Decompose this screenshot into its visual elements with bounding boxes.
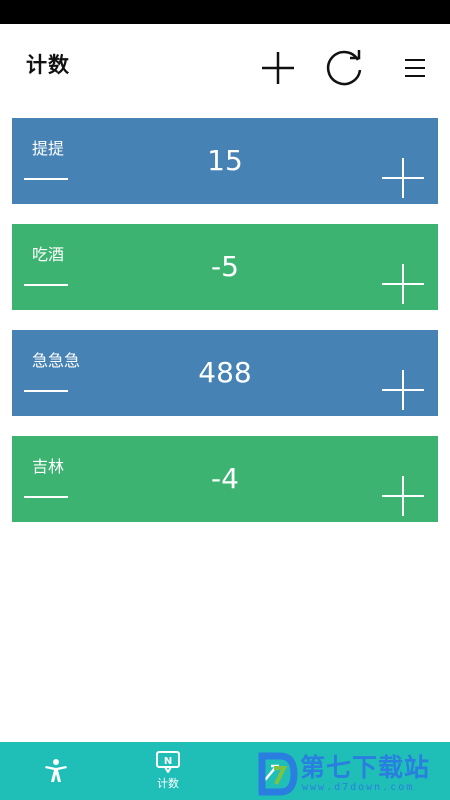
increment-button[interactable] — [380, 158, 426, 198]
nav-item-person[interactable] — [30, 742, 82, 800]
decrement-button[interactable] — [24, 166, 70, 190]
plus-icon-v — [402, 476, 404, 516]
increment-button[interactable] — [380, 476, 426, 516]
refresh-icon — [326, 50, 362, 86]
counter-card: 吉林 -4 — [12, 436, 438, 522]
menu-button[interactable] — [393, 46, 437, 90]
increment-button[interactable] — [380, 264, 426, 304]
nav-item-counter[interactable]: N 计数 — [140, 742, 196, 800]
menu-icon — [405, 59, 425, 77]
counter-value: -5 — [211, 250, 239, 283]
counter-value: -4 — [211, 462, 239, 495]
svg-text:N: N — [164, 756, 172, 767]
counter-card: 吃酒 -5 — [12, 224, 438, 310]
decrement-button[interactable] — [24, 484, 70, 508]
minus-icon — [24, 496, 68, 498]
minus-icon — [24, 284, 68, 286]
decrement-button[interactable] — [24, 272, 70, 296]
counter-card: 提提 15 — [12, 118, 438, 204]
watermark-logo-icon — [258, 752, 298, 796]
counter-list: 提提 15 吃酒 -5 急急急 488 吉林 -4 — [12, 118, 438, 542]
plus-icon-v — [402, 264, 404, 304]
decrement-button[interactable] — [24, 378, 70, 402]
plus-icon-v — [402, 158, 404, 198]
watermark-url: www.d7down.com — [302, 782, 415, 793]
minus-icon — [24, 390, 68, 392]
counter-value: 15 — [207, 144, 243, 177]
counter-value: 488 — [198, 356, 252, 389]
nav-label-counter: 计数 — [157, 777, 179, 790]
minus-icon — [24, 178, 68, 180]
watermark-brand: 第七下载站 — [300, 753, 431, 782]
plus-icon — [262, 52, 294, 84]
reset-button[interactable] — [322, 46, 366, 90]
app-header: 计数 — [0, 24, 450, 110]
counter-card: 急急急 488 — [12, 330, 438, 416]
plus-icon-v — [402, 370, 404, 410]
watermark: 第七下载站 www.d7down.com — [256, 746, 448, 800]
counter-icon: N — [156, 751, 180, 773]
add-counter-button[interactable] — [256, 46, 300, 90]
person-icon — [45, 759, 67, 782]
page-title: 计数 — [26, 53, 70, 77]
increment-button[interactable] — [380, 370, 426, 410]
status-bar — [0, 0, 450, 24]
